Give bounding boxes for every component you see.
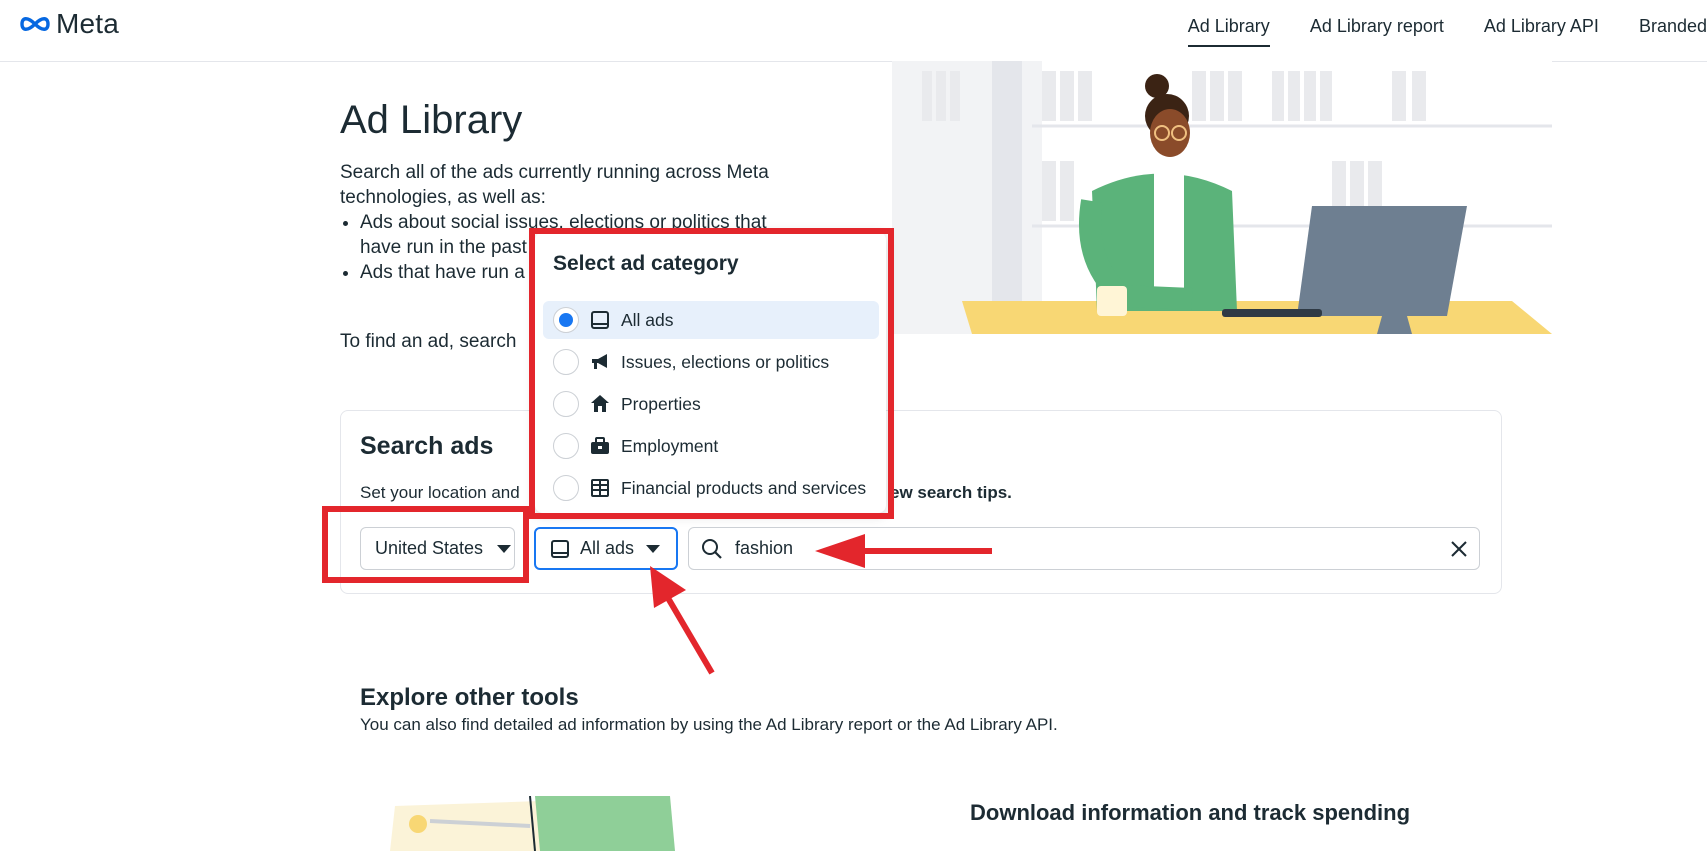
meta-wordmark: Meta	[56, 8, 120, 39]
tablet-icon	[551, 539, 569, 558]
search-field[interactable]	[688, 527, 1480, 570]
hero-intro: Search all of the ads currently running …	[340, 162, 769, 208]
top-nav: Ad Library Ad Library report Ad Library …	[1148, 16, 1707, 47]
tools-illustration	[390, 796, 675, 851]
hero-find-text: To find an ad, search	[340, 331, 517, 352]
meta-logo[interactable]: Meta	[18, 8, 119, 40]
search-ads-title: Search ads	[360, 432, 494, 460]
annotation-box-country	[322, 506, 529, 583]
ad-category-select[interactable]: All ads	[534, 527, 678, 570]
search-tips-link[interactable]: ew search tips.	[890, 483, 1012, 503]
nav-ad-library-api[interactable]: Ad Library API	[1484, 16, 1599, 47]
explore-tools-description: You can also find detailed ad informatio…	[360, 715, 1058, 734]
ad-category-label: All ads	[580, 538, 635, 558]
nav-ad-library-report[interactable]: Ad Library report	[1310, 16, 1444, 47]
nav-ad-library[interactable]: Ad Library	[1187, 16, 1270, 47]
nav-branded[interactable]: Branded	[1639, 16, 1707, 47]
explore-tools-title: Explore other tools	[360, 684, 579, 711]
top-navigation-bar: Meta Ad Library Ad Library report Ad Lib…	[0, 0, 1707, 62]
download-section-title: Download information and track spending	[970, 800, 1411, 825]
page-title: Ad Library	[340, 98, 523, 142]
annotation-box-dropdown	[529, 228, 894, 519]
search-ads-description: Set your location and	[360, 483, 520, 502]
meta-infinity-icon	[20, 17, 50, 31]
caret-down-icon	[646, 544, 661, 553]
close-icon[interactable]	[1439, 529, 1479, 569]
search-icon	[702, 538, 722, 559]
search-input[interactable]	[733, 537, 1439, 560]
hero-illustration	[892, 61, 1552, 334]
